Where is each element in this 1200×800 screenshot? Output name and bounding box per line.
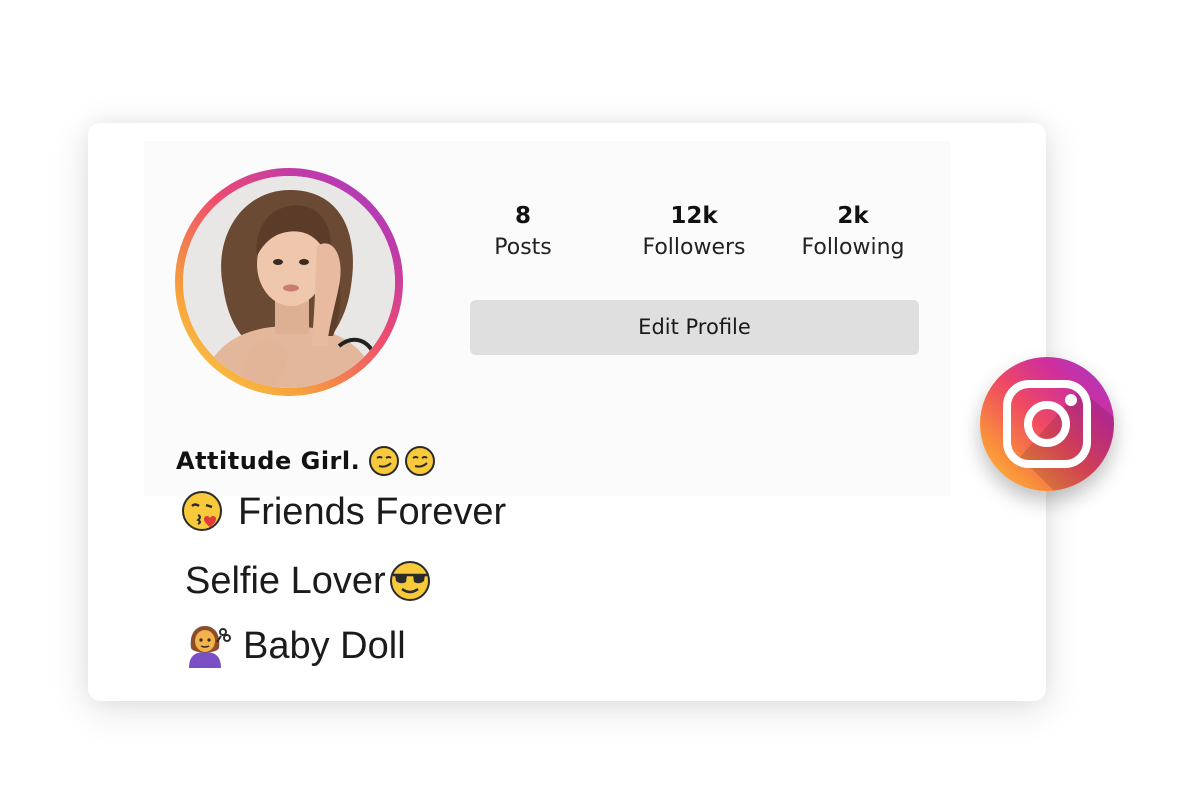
stat-following-label: Following	[801, 235, 905, 260]
edit-profile-button[interactable]: Edit Profile	[470, 300, 919, 355]
stat-posts-label: Posts	[494, 235, 552, 260]
stat-followers[interactable]: 12k Followers	[624, 201, 764, 265]
bio-line-babydoll: Baby Doll	[183, 621, 406, 671]
bio-text-friends: Friends Forever	[238, 490, 507, 533]
smirk-face-icon	[405, 446, 436, 476]
sunglasses-face-icon	[389, 561, 430, 601]
avatar-story-ring[interactable]	[175, 168, 403, 396]
profile-name: Attitude Girl.	[176, 441, 436, 481]
bio-text-selfie: Selfie Lover	[185, 559, 386, 602]
instagram-glyph	[1003, 380, 1114, 491]
profile-stats: 8 Posts 12k Followers 2k Following	[468, 201, 928, 281]
stat-posts[interactable]: 8 Posts	[453, 201, 593, 265]
avatar[interactable]	[183, 176, 395, 388]
woman-getting-haircut-icon	[189, 626, 231, 668]
stat-following[interactable]: 2k Following	[783, 201, 923, 265]
profile-card: 8 Posts 12k Followers 2k Following Edit …	[88, 123, 1046, 701]
bio-text-babydoll: Baby Doll	[243, 624, 406, 667]
avatar-photo	[183, 176, 395, 388]
smirk-face-icon	[369, 446, 400, 476]
bio-line-selfie: Selfie Lover	[185, 556, 433, 606]
stat-posts-value: 8	[514, 203, 531, 229]
profile-name-text: Attitude Girl.	[176, 447, 361, 475]
stat-followers-label: Followers	[642, 235, 746, 260]
instagram-logo-icon[interactable]	[980, 357, 1114, 491]
bio-line-friends: Friends Forever	[180, 487, 506, 537]
stat-followers-value: 12k	[670, 203, 718, 229]
stat-following-value: 2k	[837, 203, 869, 229]
kissing-face-icon	[182, 491, 222, 531]
